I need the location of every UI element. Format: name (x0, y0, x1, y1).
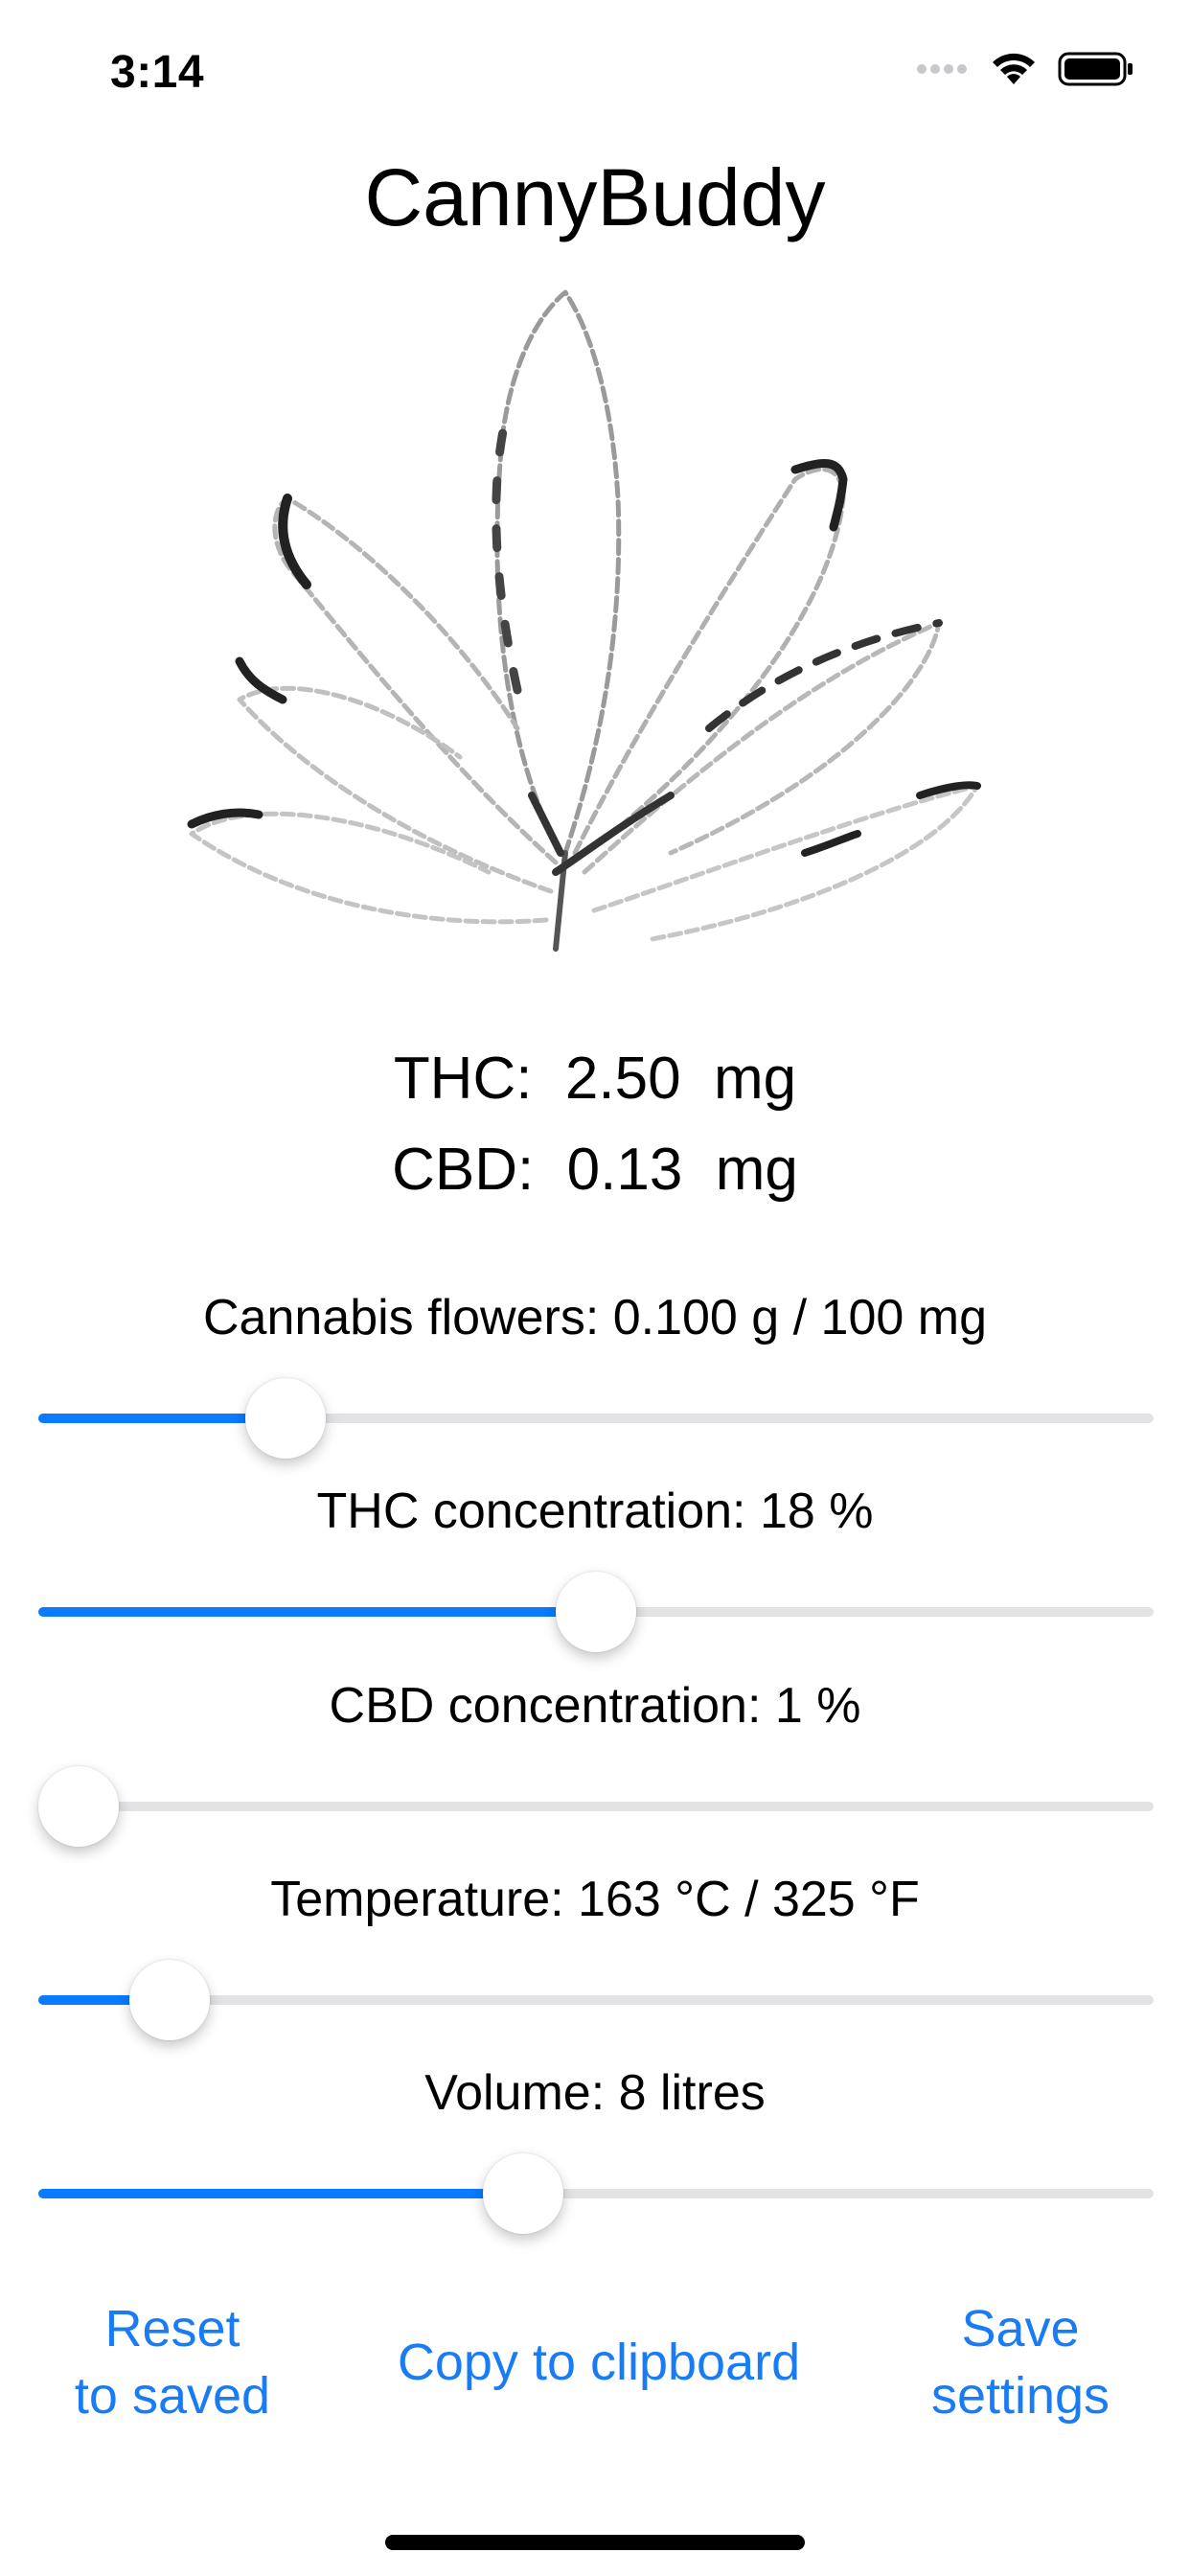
cannabis-flowers-label: Cannabis flowers: 0.100 g / 100 mg (202, 1290, 988, 1346)
thc-concentration-label: THC concentration: 18 % (316, 1484, 874, 1539)
battery-icon (1058, 52, 1133, 86)
reset-to-saved-button[interactable]: Reset to saved (48, 2295, 297, 2429)
temperature-slider[interactable] (38, 1957, 1154, 2043)
cannabis-leaf-illustration (172, 278, 1006, 987)
thc-dose-readout: THC: 2.50 mg (393, 1046, 797, 1112)
slider-thumb[interactable] (483, 2153, 564, 2234)
volume-label: Volume: 8 litres (424, 2065, 766, 2121)
slider-thumb[interactable] (38, 1766, 119, 1847)
slider-thumb[interactable] (556, 1572, 636, 1652)
temperature-label: Temperature: 163 °C / 325 °F (270, 1872, 920, 1927)
cannabis-flowers-slider[interactable] (38, 1375, 1154, 1461)
cbd-concentration-label: CBD concentration: 1 % (329, 1678, 861, 1734)
slider-track[interactable] (38, 1802, 1154, 1811)
slider-thumb[interactable] (245, 1378, 326, 1459)
cbd-concentration-slider[interactable] (38, 1763, 1154, 1850)
signal-dots-icon (917, 64, 967, 74)
status-bar: 3:14 (0, 0, 1190, 144)
status-icons (916, 50, 1134, 88)
slider-thumb[interactable] (129, 1960, 211, 2040)
home-indicator[interactable] (385, 2535, 805, 2550)
app-title: CannyBuddy (364, 152, 826, 242)
copy-to-clipboard-button[interactable]: Copy to clipboard (364, 2329, 834, 2396)
slider-fill (38, 1607, 596, 1617)
slider-fill (38, 2189, 524, 2198)
wifi-icon (993, 53, 1035, 84)
save-settings-button[interactable]: Save settings (901, 2295, 1140, 2429)
status-time: 3:14 (110, 47, 205, 98)
thc-concentration-slider[interactable] (38, 1569, 1154, 1655)
cbd-dose-readout: CBD: 0.13 mg (392, 1137, 798, 1203)
volume-slider[interactable] (38, 2150, 1154, 2237)
